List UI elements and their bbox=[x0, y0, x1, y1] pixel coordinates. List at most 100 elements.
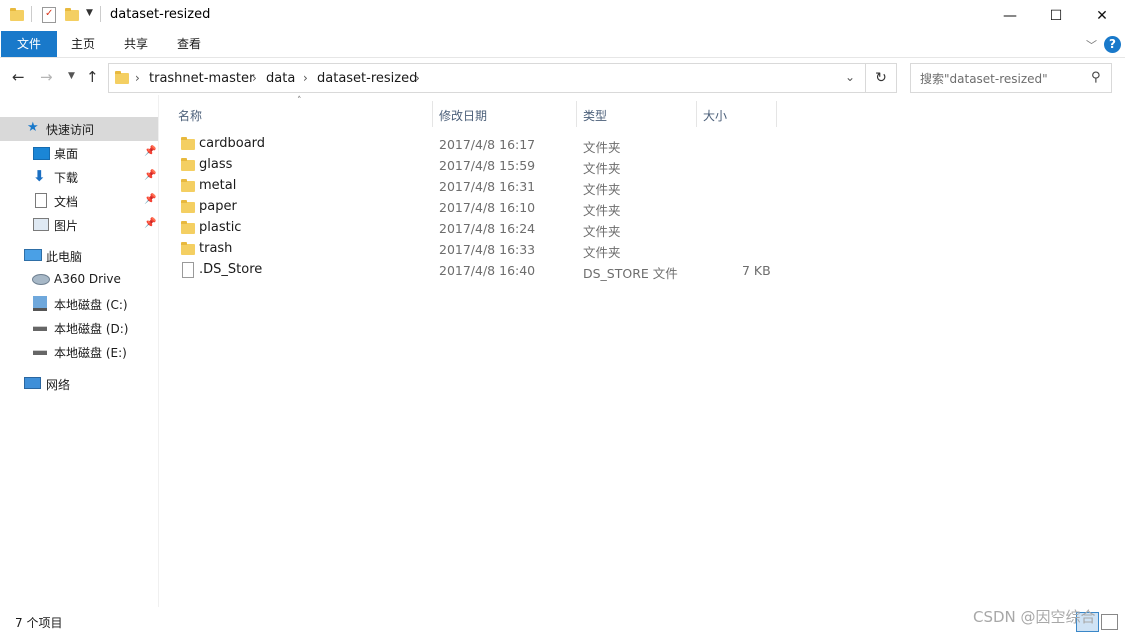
star-icon: ★ bbox=[27, 120, 39, 135]
refresh-button[interactable]: ↻ bbox=[866, 63, 897, 93]
pane-divider[interactable] bbox=[158, 95, 159, 607]
back-arrow-icon[interactable]: ← bbox=[12, 68, 25, 86]
customize-toolbar-icon[interactable]: ▼ bbox=[86, 8, 93, 18]
file-row-plastic[interactable]: plastic 2017/4/8 16:24 文件夹 bbox=[170, 218, 780, 239]
title-bar: ✓ ▼ dataset-resized — ☐ ✕ bbox=[0, 0, 1125, 31]
pin-icon[interactable]: 📌 bbox=[144, 218, 156, 229]
file-name: trash bbox=[199, 241, 233, 256]
column-divider[interactable] bbox=[776, 101, 777, 127]
recent-locations-icon[interactable]: ▼ bbox=[68, 71, 75, 81]
breadcrumb-separator[interactable]: › bbox=[252, 71, 257, 85]
breadcrumb-separator[interactable]: › bbox=[415, 71, 420, 85]
file-row-metal[interactable]: metal 2017/4/8 16:31 文件夹 bbox=[170, 176, 780, 197]
file-name: metal bbox=[199, 178, 237, 193]
document-icon bbox=[35, 193, 47, 208]
breadcrumb-data[interactable]: data bbox=[266, 71, 295, 86]
properties-icon[interactable]: ✓ bbox=[42, 7, 56, 23]
breadcrumb-trashnet-master[interactable]: trashnet-master bbox=[149, 71, 254, 86]
large-icons-view-icon[interactable] bbox=[1101, 614, 1118, 630]
nav-label: 快速访问 bbox=[46, 123, 95, 137]
nav-quick-access[interactable]: ★ 快速访问 bbox=[0, 117, 158, 141]
column-divider[interactable] bbox=[576, 101, 577, 127]
tab-file[interactable]: 文件 bbox=[1, 31, 57, 57]
nav-label: 图片 bbox=[54, 219, 79, 233]
nav-this-pc[interactable]: 此电脑 bbox=[0, 244, 158, 268]
navigation-pane: ★ 快速访问 桌面 📌 ⬇ 下载 📌 文档 📌 图片 📌 此电脑 A360 Dr… bbox=[0, 113, 158, 603]
folder-icon bbox=[181, 137, 195, 150]
address-bar[interactable]: › trashnet-master › data › dataset-resiz… bbox=[108, 63, 866, 93]
file-row-glass[interactable]: glass 2017/4/8 15:59 文件夹 bbox=[170, 155, 780, 176]
file-row-paper[interactable]: paper 2017/4/8 16:10 文件夹 bbox=[170, 197, 780, 218]
file-row-ds-store[interactable]: .DS_Store 2017/4/8 16:40 DS_STORE 文件 7 K… bbox=[170, 260, 780, 281]
help-icon[interactable]: ? bbox=[1104, 36, 1121, 53]
nav-drive-d[interactable]: 本地磁盘 (D:) bbox=[0, 316, 158, 340]
address-row: ← → ▼ ↑ › trashnet-master › data › datas… bbox=[0, 62, 1125, 94]
file-date: 2017/4/8 16:33 bbox=[439, 242, 536, 257]
file-name: .DS_Store bbox=[199, 262, 263, 277]
pin-icon[interactable]: 📌 bbox=[144, 146, 156, 157]
nav-a360-drive[interactable]: A360 Drive bbox=[0, 268, 158, 292]
window-title: dataset-resized bbox=[110, 7, 211, 22]
desktop-icon bbox=[33, 147, 50, 160]
nav-downloads[interactable]: ⬇ 下载 📌 bbox=[0, 165, 158, 189]
breadcrumb-dataset-resized[interactable]: dataset-resized bbox=[317, 71, 417, 86]
file-name: glass bbox=[199, 157, 233, 172]
tab-home[interactable]: 主页 bbox=[64, 31, 102, 57]
nav-pictures[interactable]: 图片 📌 bbox=[0, 213, 158, 237]
nav-label: 本地磁盘 (C:) bbox=[54, 298, 128, 312]
column-header-name[interactable]: 名称 bbox=[178, 107, 202, 129]
nav-label: 网络 bbox=[46, 378, 71, 392]
search-input[interactable] bbox=[911, 64, 1098, 94]
nav-network[interactable]: 网络 bbox=[0, 372, 158, 396]
column-header-type[interactable]: 类型 bbox=[583, 107, 607, 129]
breadcrumb-separator[interactable]: › bbox=[135, 71, 140, 85]
watermark: CSDN @因空综合 bbox=[973, 608, 1096, 626]
drive-icon bbox=[33, 350, 47, 355]
column-divider[interactable] bbox=[432, 101, 433, 127]
tab-view[interactable]: 查看 bbox=[170, 31, 208, 57]
folder-icon bbox=[181, 221, 195, 234]
download-icon: ⬇ bbox=[33, 167, 46, 185]
file-type: 文件夹 bbox=[583, 203, 621, 218]
file-type: 文件夹 bbox=[583, 245, 621, 260]
nav-drive-c[interactable]: 本地磁盘 (C:) bbox=[0, 292, 158, 316]
folder-icon bbox=[181, 179, 195, 192]
file-date: 2017/4/8 16:17 bbox=[439, 137, 536, 152]
up-arrow-icon[interactable]: ↑ bbox=[86, 68, 99, 86]
close-button[interactable]: ✕ bbox=[1079, 0, 1125, 31]
file-name: cardboard bbox=[199, 136, 266, 151]
file-row-cardboard[interactable]: cardboard 2017/4/8 16:17 文件夹 bbox=[170, 134, 780, 155]
nav-label: 桌面 bbox=[54, 147, 79, 161]
file-row-trash[interactable]: trash 2017/4/8 16:33 文件夹 bbox=[170, 239, 780, 260]
pin-icon[interactable]: 📌 bbox=[144, 194, 156, 205]
expand-ribbon-icon[interactable]: ﹀ bbox=[1086, 37, 1097, 53]
file-type: 文件夹 bbox=[583, 161, 621, 176]
file-date: 2017/4/8 16:31 bbox=[439, 179, 536, 194]
forward-arrow-icon[interactable]: → bbox=[40, 68, 53, 86]
nav-drive-e[interactable]: 本地磁盘 (E:) bbox=[0, 340, 158, 364]
drive-icon bbox=[33, 326, 47, 331]
tab-share[interactable]: 共享 bbox=[117, 31, 155, 57]
refresh-icon: ↻ bbox=[875, 70, 887, 86]
nav-label: 本地磁盘 (D:) bbox=[54, 322, 129, 336]
column-divider[interactable] bbox=[696, 101, 697, 127]
column-header-size[interactable]: 大小 bbox=[703, 107, 727, 129]
nav-documents[interactable]: 文档 📌 bbox=[0, 189, 158, 213]
nav-label: A360 Drive bbox=[54, 272, 121, 286]
minimize-button[interactable]: — bbox=[987, 0, 1033, 31]
nav-desktop[interactable]: 桌面 📌 bbox=[0, 141, 158, 165]
picture-icon bbox=[33, 218, 49, 231]
nav-label: 此电脑 bbox=[46, 250, 83, 264]
pin-icon[interactable]: 📌 bbox=[144, 170, 156, 181]
file-date: 2017/4/8 15:59 bbox=[439, 158, 536, 173]
search-icon[interactable]: ⚲ bbox=[1091, 70, 1101, 85]
file-date: 2017/4/8 16:10 bbox=[439, 200, 536, 215]
breadcrumb-separator[interactable]: › bbox=[303, 71, 308, 85]
separator bbox=[100, 6, 101, 22]
file-icon bbox=[182, 262, 194, 278]
folder-icon bbox=[181, 242, 195, 255]
address-dropdown-icon[interactable]: ⌄ bbox=[845, 70, 855, 84]
column-header-date[interactable]: 修改日期 bbox=[439, 107, 487, 129]
file-type: 文件夹 bbox=[583, 224, 621, 239]
maximize-button[interactable]: ☐ bbox=[1033, 0, 1079, 31]
